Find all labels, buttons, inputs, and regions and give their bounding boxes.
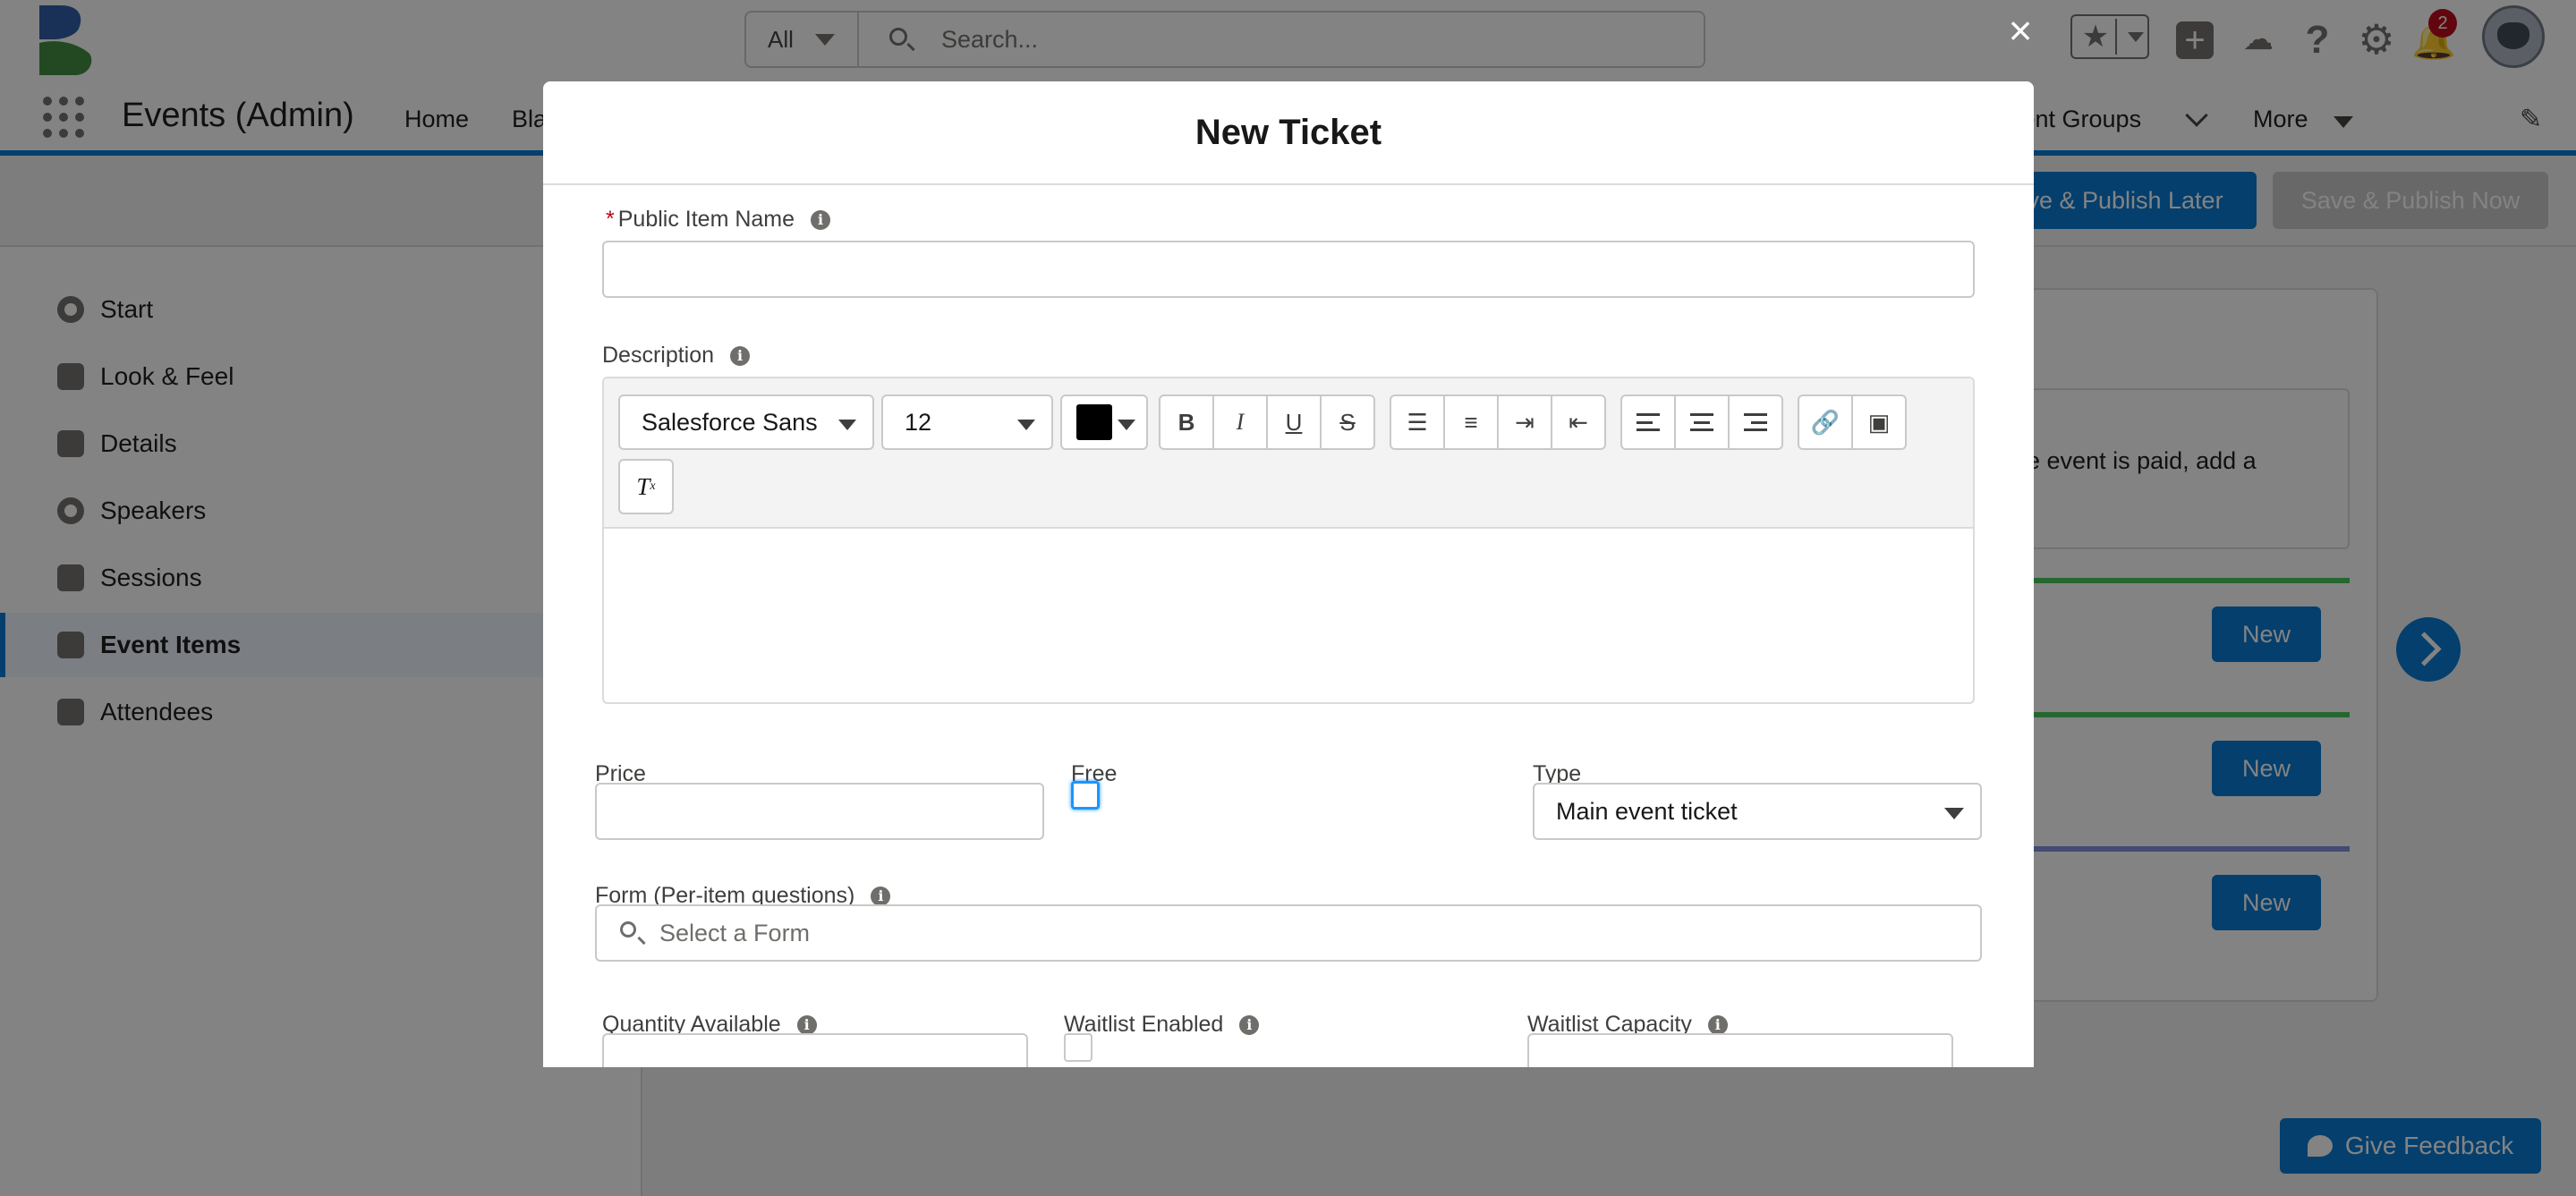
description-textarea[interactable] [604,530,1973,702]
color-swatch [1076,404,1112,440]
strikethrough-button[interactable]: S [1320,394,1375,450]
form-lookup-placeholder: Select a Form [659,919,811,946]
image-icon[interactable]: ▣ [1851,394,1907,450]
list-group: ☰ ≡ ⇥ ⇤ [1390,394,1606,450]
chevron-down-icon [838,420,856,430]
form-lookup-input[interactable]: Select a Form [595,904,1982,962]
type-select[interactable]: Main event ticket [1533,783,1982,840]
field-label: Public Item Name [617,207,795,232]
description-rich-text-editor: Salesforce Sans 12 B I U S ☰ ≡ ⇥ ⇤ 🔗 ▣ T… [602,377,1975,704]
text-color-picker[interactable] [1060,394,1148,450]
font-family-select[interactable]: Salesforce Sans [618,394,874,450]
public-item-name-label: * Public Item Name i [606,207,831,233]
align-left-button[interactable] [1620,394,1676,450]
underline-button[interactable]: U [1266,394,1322,450]
font-size-select[interactable]: 12 [881,394,1053,450]
waitlist-capacity-input[interactable] [1527,1033,1953,1067]
price-input[interactable] [595,783,1044,840]
info-icon[interactable]: i [1239,1014,1260,1035]
search-icon [618,920,645,946]
quantity-available-input[interactable] [602,1033,1028,1067]
info-icon[interactable]: i [730,345,751,366]
description-label: Description i [602,343,751,369]
close-icon[interactable]: × [2002,7,2038,54]
text-format-group: B I U S [1159,394,1375,450]
chevron-down-icon [1118,420,1135,430]
info-icon[interactable]: i [811,209,831,230]
font-size-value: 12 [905,408,932,436]
bulleted-list-button[interactable]: ☰ [1390,394,1445,450]
align-group [1620,394,1783,450]
modal-header: New Ticket [543,81,2034,185]
modal-title: New Ticket [1194,112,1382,152]
bold-button[interactable]: B [1159,394,1214,450]
waitlist-enabled-checkbox[interactable] [1064,1033,1092,1062]
insert-group: 🔗 ▣ [1798,394,1907,450]
outdent-button[interactable]: ⇤ [1551,394,1606,450]
rte-toolbar: Salesforce Sans 12 B I U S ☰ ≡ ⇥ ⇤ 🔗 ▣ T… [604,378,1973,529]
chevron-down-icon [1017,420,1035,430]
info-icon[interactable]: i [871,886,891,906]
field-label: Description [602,343,715,368]
public-item-name-input[interactable] [602,241,1975,298]
link-icon[interactable]: 🔗 [1798,394,1853,450]
info-icon[interactable]: i [1707,1014,1728,1035]
free-checkbox[interactable] [1071,781,1100,810]
numbered-list-button[interactable]: ≡ [1443,394,1499,450]
indent-button[interactable]: ⇥ [1497,394,1552,450]
remove-formatting-button[interactable]: Tx [618,459,674,514]
type-value: Main event ticket [1556,797,1738,825]
waitlist-enabled-label: Waitlist Enabled i [1064,1012,1260,1038]
italic-button[interactable]: I [1212,394,1268,450]
info-icon[interactable]: i [796,1014,817,1035]
align-right-button[interactable] [1728,394,1783,450]
font-family-value: Salesforce Sans [642,408,818,436]
align-center-button[interactable] [1674,394,1730,450]
required-mark: * [606,207,615,232]
new-ticket-modal: New Ticket * Public Item Name i Descript… [543,81,2034,1067]
chevron-down-icon [1944,808,1964,819]
